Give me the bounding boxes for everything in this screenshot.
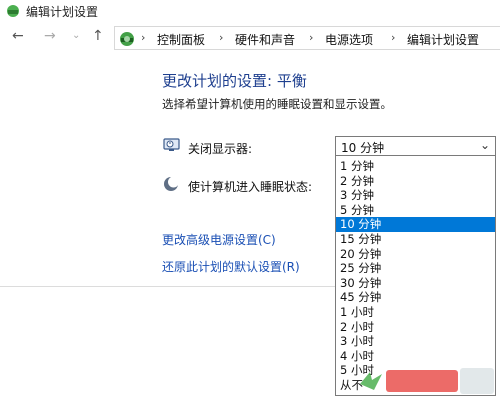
breadcrumb-edit-plan[interactable]: 编辑计划设置	[407, 31, 479, 48]
sleep-moon-icon	[164, 176, 179, 191]
dropdown-option[interactable]: 3 分钟	[336, 188, 495, 203]
dropdown-option[interactable]: 15 分钟	[336, 232, 495, 247]
advanced-power-settings-link[interactable]: 更改高级电源设置(C)	[162, 231, 276, 248]
chevron-down-icon: ⌄	[479, 138, 490, 152]
control-panel-icon	[120, 32, 134, 46]
arrow-up-icon[interactable]: ↑	[92, 28, 104, 44]
breadcrumb-hardware-sound[interactable]: 硬件和声音	[235, 31, 295, 48]
control-panel-icon	[7, 5, 19, 17]
breadcrumb-separator-icon: ›	[391, 31, 396, 44]
display-off-value: 10 分钟	[341, 141, 385, 155]
page-title: 更改计划的设置: 平衡	[162, 72, 307, 90]
chevron-down-icon[interactable]: ⌄	[72, 30, 80, 41]
dropdown-option-selected[interactable]: 10 分钟	[336, 217, 495, 232]
window-title: 编辑计划设置	[26, 5, 99, 19]
display-off-label: 关闭显示器:	[188, 142, 253, 156]
dropdown-option[interactable]: 2 小时	[336, 320, 495, 335]
breadcrumb-power-options[interactable]: 电源选项	[325, 31, 373, 48]
dropdown-option[interactable]: 1 分钟	[336, 159, 495, 174]
breadcrumb-control-panel[interactable]: 控制面板	[157, 31, 205, 48]
monitor-icon	[163, 138, 180, 151]
sleep-label: 使计算机进入睡眠状态:	[188, 180, 313, 194]
dropdown-option[interactable]: 5 分钟	[336, 203, 495, 218]
dropdown-option[interactable]: 3 小时	[336, 334, 495, 349]
title-bar: 编辑计划设置	[0, 0, 500, 22]
dropdown-option[interactable]: 1 小时	[336, 305, 495, 320]
dropdown-option[interactable]: 2 分钟	[336, 174, 495, 189]
restore-defaults-link[interactable]: 还原此计划的默认设置(R)	[162, 258, 300, 275]
breadcrumb-separator-icon: ›	[141, 31, 146, 44]
arrow-right-icon[interactable]: →	[44, 28, 56, 44]
display-off-dropdown-list: 1 分钟 2 分钟 3 分钟 5 分钟 10 分钟 15 分钟 20 分钟 25…	[335, 156, 496, 396]
display-off-select[interactable]: 10 分钟 ⌄	[335, 136, 496, 156]
divider	[0, 286, 335, 287]
dropdown-option[interactable]: 45 分钟	[336, 290, 495, 305]
dropdown-option[interactable]: 20 分钟	[336, 247, 495, 262]
watermark-logo	[360, 368, 494, 394]
dropdown-option[interactable]: 25 分钟	[336, 261, 495, 276]
breadcrumb-separator-icon: ›	[219, 31, 224, 44]
arrow-left-icon[interactable]: ←	[12, 28, 24, 44]
dropdown-option[interactable]: 30 分钟	[336, 276, 495, 291]
navigation-bar: ← → ⌄ ↑ › 控制面板 › 硬件和声音 › 电源选项 › 编辑计划设置	[0, 26, 500, 50]
page-subtitle: 选择希望计算机使用的睡眠设置和显示设置。	[162, 97, 392, 111]
breadcrumb-separator-icon: ›	[309, 31, 314, 44]
address-bar[interactable]: › 控制面板 › 硬件和声音 › 电源选项 › 编辑计划设置	[114, 26, 500, 50]
